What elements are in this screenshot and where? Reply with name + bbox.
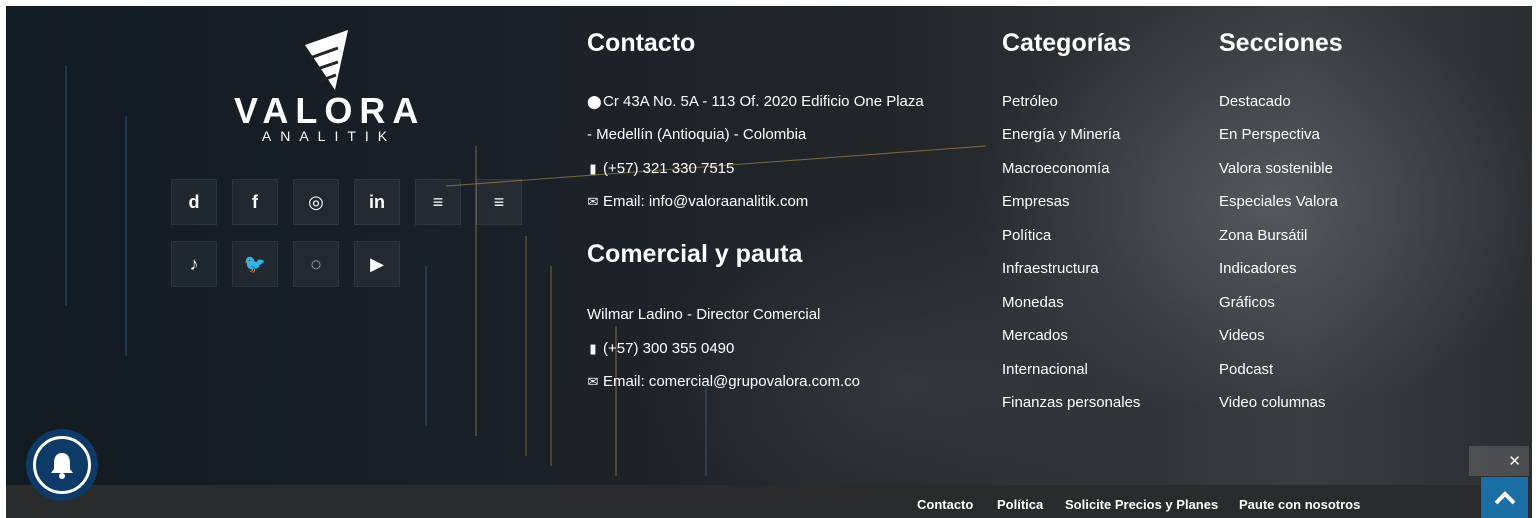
section-link[interactable]: Valora sostenible — [1219, 160, 1333, 177]
chevron-up-icon — [1494, 490, 1515, 504]
bottom-link-precios[interactable]: Solicite Precios y Planes — [1065, 497, 1218, 512]
categories-title: Categorías — [1002, 29, 1132, 57]
commercial-email[interactable]: ✉ Email: comercial@grupovalora.com.co — [587, 373, 860, 390]
address-text: Cr 43A No. 5A - 113 Of. 2020 Edificio On… — [603, 93, 924, 110]
envelope-icon: ✉ — [587, 374, 599, 389]
contact-email[interactable]: ✉ Email: info@valoraanalitik.com — [587, 193, 809, 210]
commercial-phone[interactable]: ▮ (+57) 300 355 0490 — [587, 340, 734, 357]
bell-icon — [33, 436, 91, 494]
section-link[interactable]: Indicadores — [1219, 260, 1297, 277]
category-link[interactable]: Finanzas personales — [1002, 394, 1140, 411]
category-link[interactable]: Monedas — [1002, 294, 1064, 311]
section-link[interactable]: Podcast — [1219, 361, 1273, 378]
tiktok-icon[interactable]: ♪ — [171, 241, 217, 287]
dailymotion-icon[interactable]: d — [171, 179, 217, 225]
section-link[interactable]: Gráficos — [1219, 294, 1275, 311]
phone-text: (+57) 300 355 0490 — [603, 340, 735, 357]
category-link[interactable]: Petróleo — [1002, 93, 1058, 110]
contact-title: Contacto — [587, 29, 696, 57]
rss-icon[interactable]: ≡ — [415, 179, 461, 225]
contact-phone[interactable]: ▮ (+57) 321 330 7515 — [587, 160, 734, 177]
whatsapp-icon[interactable]: ◌ — [293, 241, 339, 287]
contact-address-line2: - Medellín (Antioquia) - Colombia — [587, 126, 807, 143]
email-text: Email: comercial@grupovalora.com.co — [603, 373, 860, 390]
category-link[interactable]: Empresas — [1002, 193, 1070, 210]
sections-title: Secciones — [1219, 29, 1343, 57]
category-link[interactable]: Macroeconomía — [1002, 160, 1110, 177]
category-link[interactable]: Infraestructura — [1002, 260, 1099, 277]
section-link[interactable]: Destacado — [1219, 93, 1291, 110]
section-link[interactable]: En Perspectiva — [1219, 126, 1320, 143]
notification-bell-button[interactable] — [26, 429, 98, 501]
commercial-title: Comercial y pauta — [587, 240, 803, 268]
brand-name[interactable]: VALORA — [234, 90, 424, 132]
phone-text: (+57) 321 330 7515 — [603, 160, 735, 177]
section-link[interactable]: Videos — [1219, 327, 1265, 344]
brand-subtitle: ANALITIK — [261, 128, 397, 144]
section-link[interactable]: Zona Bursátil — [1219, 227, 1307, 244]
bottom-link-paute[interactable]: Paute con nosotros — [1239, 497, 1360, 512]
facebook-icon[interactable]: f — [232, 179, 278, 225]
category-link[interactable]: Internacional — [1002, 361, 1088, 378]
mobile-phone-icon: ▮ — [589, 341, 597, 356]
category-link[interactable]: Energía y Minería — [1002, 126, 1120, 143]
linkedin-icon[interactable]: in — [354, 179, 400, 225]
email-text: Email: info@valoraanalitik.com — [603, 193, 809, 210]
bottom-link-contacto[interactable]: Contacto — [917, 497, 973, 512]
spotify-icon[interactable]: ≡ — [476, 179, 522, 225]
category-link[interactable]: Política — [1002, 227, 1051, 244]
instagram-icon[interactable]: ◎ — [293, 179, 339, 225]
ad-close-button[interactable]: ✕ — [1469, 446, 1529, 476]
back-to-top-button[interactable] — [1481, 477, 1528, 518]
section-link[interactable]: Especiales Valora — [1219, 193, 1338, 210]
contact-address-line1: ⬤Cr 43A No. 5A - 113 Of. 2020 Edificio O… — [587, 93, 924, 110]
youtube-icon[interactable]: ▶ — [354, 241, 400, 287]
commercial-person: Wilmar Ladino - Director Comercial — [587, 306, 821, 323]
twitter-icon[interactable]: 🐦 — [232, 241, 278, 287]
category-link[interactable]: Mercados — [1002, 327, 1068, 344]
map-marker-icon: ⬤ — [587, 94, 602, 109]
mobile-phone-icon: ▮ — [589, 161, 597, 176]
envelope-icon: ✉ — [587, 194, 599, 209]
bottom-link-politica[interactable]: Política — [997, 497, 1043, 512]
section-link[interactable]: Video columnas — [1219, 394, 1325, 411]
